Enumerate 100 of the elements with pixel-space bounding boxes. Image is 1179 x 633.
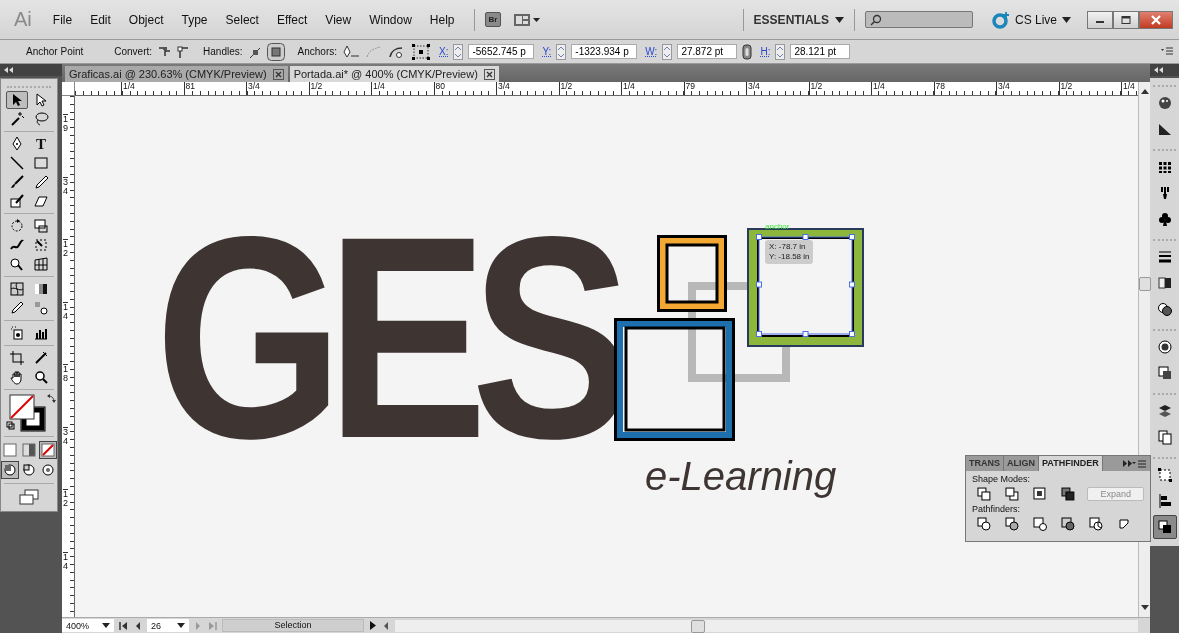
artboard-dropdown[interactable]: 26: [147, 619, 189, 632]
panel-tab[interactable]: TRANS: [966, 456, 1004, 471]
menu-item[interactable]: File: [43, 12, 82, 27]
spinner-icon[interactable]: [775, 43, 786, 60]
field-label[interactable]: H:: [760, 46, 771, 57]
panel-tab[interactable]: PATHFINDER: [1039, 456, 1103, 471]
document-tab[interactable]: Graficas.ai @ 230.63% (CMYK/Preview): [65, 66, 288, 82]
pathfinder-icon[interactable]: [1060, 516, 1076, 532]
scroll-thumb[interactable]: [691, 619, 705, 633]
shape-mode-icon[interactable]: [1031, 486, 1048, 502]
shape-mode-icon[interactable]: [1003, 486, 1020, 502]
menu-item[interactable]: View: [316, 12, 361, 27]
remove-anchor-icon[interactable]: [342, 44, 360, 59]
hand-icon: [9, 369, 25, 385]
field-label[interactable]: Y:: [542, 46, 552, 57]
draw-behind-icon[interactable]: [21, 462, 37, 478]
pathfinder-icon[interactable]: [1088, 516, 1104, 532]
scroll-up-icon[interactable]: [1140, 88, 1149, 94]
menu-item[interactable]: Type: [172, 12, 217, 27]
ruler-label: 12: [63, 489, 68, 508]
horizontal-scrollbar[interactable]: [395, 619, 1138, 632]
draw-normal-icon[interactable]: [2, 462, 18, 478]
swap-arrow-icon[interactable]: [47, 393, 57, 403]
bridge-button[interactable]: Br: [484, 12, 502, 27]
tab-title: Graficas.ai @ 230.63% (CMYK/Preview): [69, 68, 267, 80]
arrange-documents-icon[interactable]: [513, 12, 542, 27]
caret-icon: [177, 623, 185, 628]
close-button[interactable]: [1139, 10, 1173, 29]
expand-panel-icon[interactable]: [1123, 460, 1132, 467]
magic-wand-icon: [9, 111, 25, 127]
spinner-icon[interactable]: [453, 43, 464, 60]
styles-icon: [1156, 365, 1173, 381]
collapse-icon[interactable]: [4, 67, 14, 73]
menu-item[interactable]: Effect: [267, 12, 317, 27]
eraser-icon: [33, 193, 49, 209]
ruler-label: 19: [63, 114, 68, 133]
type-tool[interactable]: T: [30, 135, 52, 153]
caret-icon[interactable]: [1062, 16, 1071, 23]
cs-live-menu[interactable]: CS Live: [1014, 12, 1057, 27]
ruler-label: 14: [63, 551, 68, 571]
pathfinder-icon[interactable]: [1116, 516, 1132, 532]
none-swatch-icon[interactable]: [40, 442, 56, 458]
menu-item[interactable]: Help: [420, 12, 464, 27]
ring-icon[interactable]: [990, 10, 1011, 29]
corner-point-icon[interactable]: [157, 44, 172, 59]
tool-button[interactable]: [6, 91, 28, 109]
scroll-down-icon[interactable]: [1140, 605, 1149, 611]
lines-icon: [1156, 249, 1173, 265]
maximize-button[interactable]: [1113, 10, 1139, 29]
overlapping-squares-icon: [1156, 519, 1173, 535]
dock-button[interactable]: [1152, 515, 1177, 539]
spinner-icon[interactable]: [662, 43, 673, 60]
coordinate-readout: X: -78.7 in: [769, 242, 807, 252]
pathfinder-icon[interactable]: [976, 516, 992, 532]
free-transform-icon: [33, 237, 49, 253]
value-field[interactable]: 28.121 pt: [790, 44, 851, 59]
link-icon[interactable]: [742, 43, 753, 60]
selection-bounding-box[interactable]: [756, 234, 855, 337]
spinner-icon[interactable]: [556, 43, 567, 60]
pathfinder-icon[interactable]: [1004, 516, 1020, 532]
gradient-icon[interactable]: [21, 442, 37, 458]
shape-mode-icon[interactable]: [976, 486, 992, 502]
shape-mode-icon[interactable]: [1059, 486, 1076, 502]
close-icon[interactable]: [483, 68, 495, 80]
collapse-icon[interactable]: [1154, 67, 1164, 73]
value-field[interactable]: -5652.745 p: [468, 44, 535, 59]
workspace-switcher[interactable]: ESSENTIALS: [753, 12, 829, 27]
pathfinder-icon[interactable]: [1032, 516, 1048, 532]
color-icon[interactable]: [2, 442, 18, 458]
search-field[interactable]: [864, 11, 973, 28]
document-tab[interactable]: Portada.ai* @ 400% (CMYK/Preview): [289, 66, 499, 82]
previous-icon[interactable]: [134, 621, 142, 630]
menu-item[interactable]: Select: [216, 12, 268, 27]
knife-icon: [33, 350, 49, 366]
close-icon[interactable]: [272, 68, 284, 80]
minimize-button[interactable]: [1087, 10, 1113, 29]
scroll-left-icon[interactable]: [382, 621, 390, 630]
first-page-icon[interactable]: [119, 621, 129, 630]
draw-inside-icon[interactable]: [40, 462, 56, 478]
field-label[interactable]: W:: [645, 46, 658, 57]
zoom-dropdown[interactable]: 400%: [62, 619, 114, 632]
play-icon[interactable]: [369, 621, 377, 630]
menu-item[interactable]: Object: [119, 12, 173, 27]
screen-mode-icon[interactable]: [18, 489, 40, 505]
rotate-icon: [9, 218, 25, 234]
handle-toggle-icon[interactable]: [266, 42, 285, 61]
caret-icon: [102, 623, 110, 628]
menu-item[interactable]: Window: [360, 12, 421, 27]
ruler-label: 14: [63, 301, 68, 321]
tool-name: Anchor Point: [26, 46, 84, 57]
field-label[interactable]: X:: [439, 46, 449, 57]
smooth-point-icon[interactable]: [176, 44, 191, 59]
reference-point-icon[interactable]: [411, 42, 431, 61]
scroll-thumb[interactable]: [1139, 277, 1151, 291]
ruler-label: 34: [63, 176, 68, 196]
panel-menu-icon[interactable]: [1161, 46, 1173, 57]
value-field[interactable]: -1323.934 p: [571, 44, 638, 59]
value-field[interactable]: 27.872 pt: [677, 44, 738, 59]
caret-icon[interactable]: [834, 16, 844, 23]
menu-item[interactable]: Edit: [81, 12, 120, 27]
